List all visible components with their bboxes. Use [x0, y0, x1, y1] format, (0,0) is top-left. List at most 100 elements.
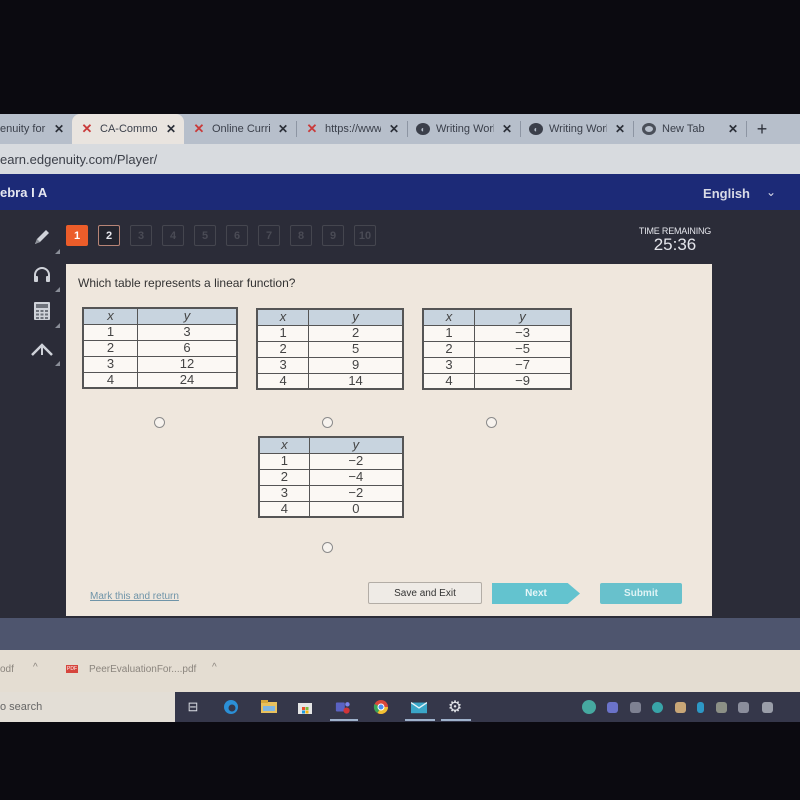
- cell-x: 2: [422, 340, 476, 358]
- globe-icon: ◐: [529, 123, 543, 135]
- question-button-5[interactable]: 5: [194, 225, 216, 246]
- question-button-9[interactable]: 9: [322, 225, 344, 246]
- cell-x: 1: [82, 323, 138, 341]
- cell-x: 2: [256, 340, 310, 358]
- table-row: 2 −4: [258, 468, 404, 486]
- browser-tab[interactable]: New Tab ✕: [634, 114, 746, 144]
- cell-x: 3: [422, 356, 476, 374]
- cell-y: 12: [136, 355, 238, 373]
- download-item[interactable]: odf: [0, 664, 14, 675]
- task-view-icon[interactable]: ⊟: [185, 699, 201, 715]
- download-shelf: odf ^ PDF PeerEvaluationFor....pdf ^: [0, 650, 800, 692]
- table-header-row: xy: [82, 307, 238, 325]
- close-icon[interactable]: ✕: [54, 122, 64, 136]
- audio-tool-button[interactable]: [22, 258, 62, 292]
- browser-tab[interactable]: ◐ Writing Work ✕: [408, 114, 520, 144]
- question-button-1[interactable]: 1: [66, 225, 88, 246]
- cell-y: 24: [136, 371, 238, 389]
- question-button-2[interactable]: 2: [98, 225, 120, 246]
- option-b-table: xy 12 25 39 4 14: [256, 308, 404, 390]
- browser-tab[interactable]: ✕ Online Curric ✕: [184, 114, 296, 144]
- browser-tab[interactable]: ◐ Writing Work ✕: [521, 114, 633, 144]
- option-b-radio[interactable]: [322, 417, 333, 428]
- option-a-radio[interactable]: [154, 417, 165, 428]
- active-app-indicator: [441, 719, 471, 721]
- chevron-up-icon[interactable]: ^: [33, 662, 38, 673]
- table-header-row: xy: [422, 308, 572, 326]
- edge-icon[interactable]: [223, 699, 239, 715]
- url-text[interactable]: earn.edgenuity.com/Player/: [0, 152, 157, 167]
- chevron-down-icon[interactable]: ⌄: [766, 185, 776, 199]
- header-x: x: [82, 307, 138, 325]
- taskbar: ⊟ ⚙: [175, 692, 800, 722]
- tray-app-icon[interactable]: [716, 702, 727, 713]
- save-and-exit-button[interactable]: Save and Exit: [368, 582, 482, 604]
- question-button-10[interactable]: 10: [354, 225, 376, 246]
- taskbar-search[interactable]: o search: [0, 692, 175, 722]
- mark-and-return-link[interactable]: Mark this and return: [90, 591, 179, 602]
- tool-corner-indicator: [55, 287, 60, 292]
- volume-icon[interactable]: [762, 702, 773, 713]
- reference-tool-button[interactable]: [22, 332, 62, 366]
- teams-icon[interactable]: [335, 699, 351, 715]
- next-button[interactable]: Next: [492, 583, 580, 604]
- pencil-tool-button[interactable]: [22, 220, 62, 254]
- download-item[interactable]: PeerEvaluationFor....pdf: [89, 664, 196, 675]
- cell-x: 2: [258, 468, 310, 486]
- store-icon[interactable]: [297, 699, 313, 715]
- cell-x: 1: [258, 452, 310, 470]
- teams-tray-icon[interactable]: [607, 702, 618, 713]
- question-panel: Which table represents a linear function…: [66, 264, 712, 616]
- browser-tab[interactable]: ✕ https://www.e ✕: [297, 114, 407, 144]
- table-header-row: xy: [256, 308, 404, 326]
- help-icon[interactable]: [582, 700, 596, 714]
- chrome-icon[interactable]: [373, 699, 389, 715]
- mail-icon[interactable]: [411, 699, 427, 715]
- option-d-radio[interactable]: [322, 542, 333, 553]
- pencil-icon: [35, 230, 49, 244]
- screen: enuity for ✕ ✕ CA-Common ✕ ✕ Online Curr…: [0, 0, 800, 800]
- new-tab-button[interactable]: +: [747, 114, 777, 144]
- option-c-radio[interactable]: [486, 417, 497, 428]
- question-button-4[interactable]: 4: [162, 225, 184, 246]
- close-icon[interactable]: ✕: [166, 122, 176, 136]
- calculator-tool-button[interactable]: [22, 294, 62, 328]
- wifi-icon[interactable]: [738, 702, 749, 713]
- question-navigator: 1 2 3 4 5 6 7 8 9 10: [66, 225, 376, 246]
- browser-tab[interactable]: enuity for ✕: [0, 114, 72, 144]
- close-icon[interactable]: ✕: [728, 122, 738, 136]
- tray-app-icon[interactable]: [675, 702, 686, 713]
- cell-y: −5: [474, 340, 572, 358]
- table-row: 1 −2: [258, 452, 404, 470]
- close-icon[interactable]: ✕: [278, 122, 288, 136]
- tray-app-icon[interactable]: [652, 702, 663, 713]
- table-row: 4 14: [256, 372, 404, 390]
- submit-button[interactable]: Submit: [600, 583, 682, 604]
- calculator-icon: [34, 302, 50, 320]
- cell-y: 5: [308, 340, 404, 358]
- question-button-6[interactable]: 6: [226, 225, 248, 246]
- question-button-8[interactable]: 8: [290, 225, 312, 246]
- language-selector[interactable]: English: [703, 186, 750, 201]
- question-button-7[interactable]: 7: [258, 225, 280, 246]
- file-explorer-icon[interactable]: [261, 699, 277, 715]
- active-app-indicator: [330, 719, 358, 721]
- header-y: y: [474, 308, 572, 326]
- onedrive-icon[interactable]: [630, 702, 641, 713]
- close-icon[interactable]: ✕: [389, 122, 399, 136]
- header-x: x: [256, 308, 310, 326]
- chevron-up-icon[interactable]: ^: [212, 662, 217, 673]
- chrome-icon: [642, 123, 656, 135]
- active-app-indicator: [405, 719, 435, 721]
- cell-y: 3: [136, 323, 238, 341]
- address-bar[interactable]: earn.edgenuity.com/Player/: [0, 144, 800, 174]
- browser-tab-active[interactable]: ✕ CA-Common ✕: [72, 114, 184, 144]
- settings-icon[interactable]: ⚙: [447, 699, 463, 716]
- table-row: 12: [256, 324, 404, 342]
- close-icon[interactable]: ✕: [615, 122, 625, 136]
- bluetooth-icon[interactable]: [697, 702, 704, 713]
- question-button-3[interactable]: 3: [130, 225, 152, 246]
- close-icon[interactable]: ✕: [502, 122, 512, 136]
- option-d-table: xy 1 −2 2 −4 3 −2 40: [258, 436, 404, 518]
- cell-y: −9: [474, 372, 572, 390]
